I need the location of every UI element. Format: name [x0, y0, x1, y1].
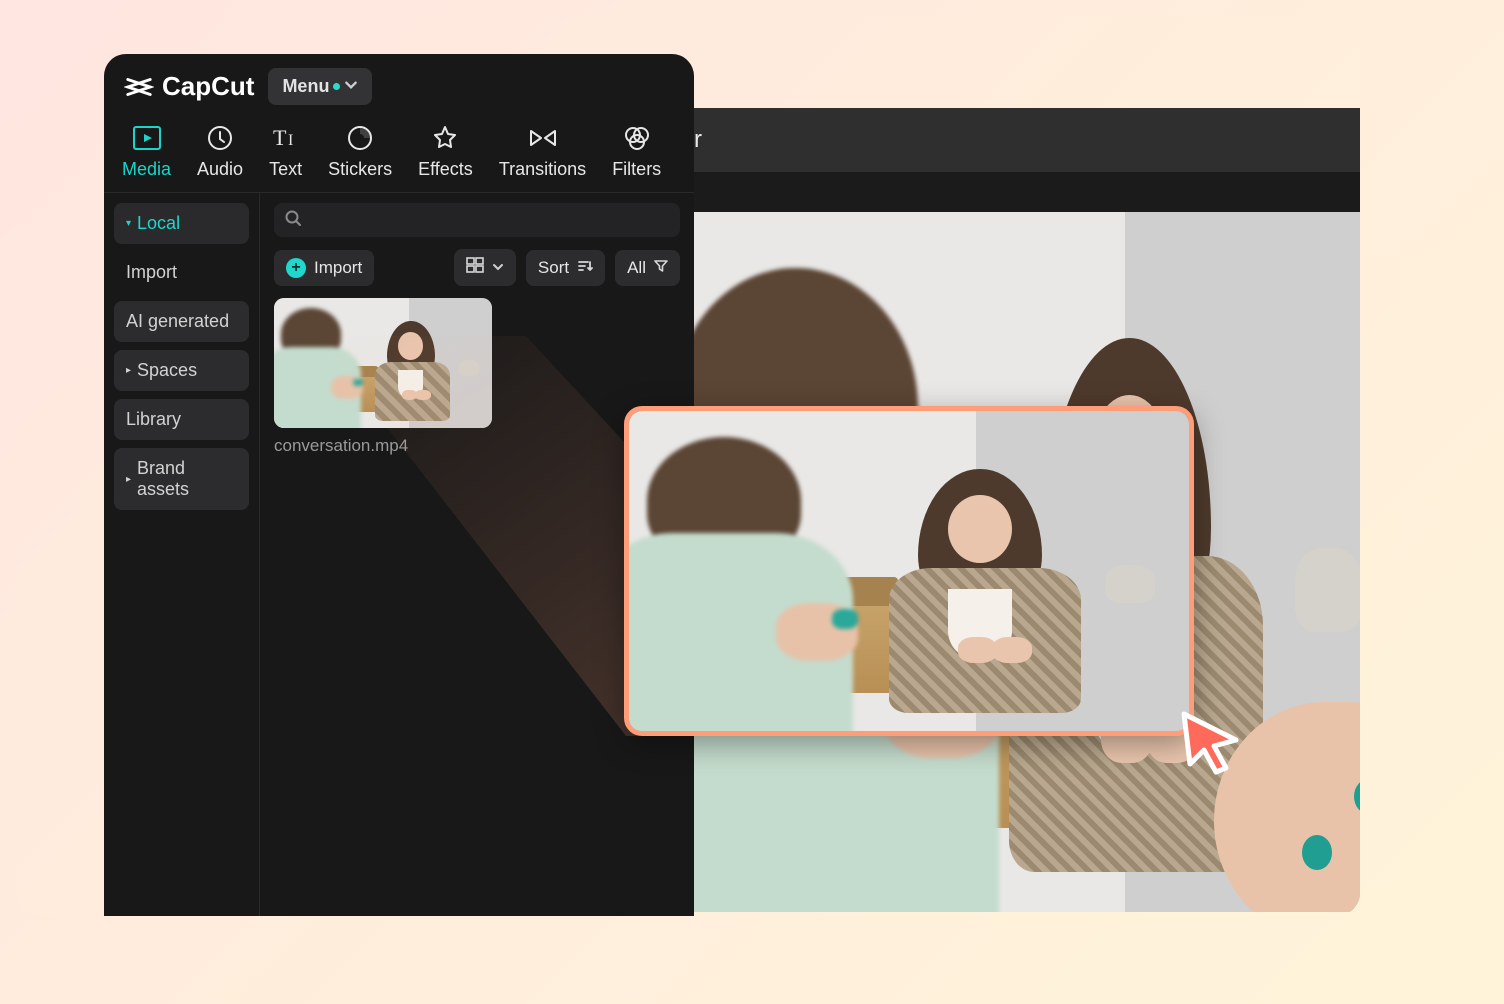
- transitions-icon: [527, 123, 559, 153]
- sidebar-item-label: Brand assets: [137, 458, 237, 500]
- menu-button[interactable]: Menu: [268, 68, 372, 105]
- tab-label: Effects: [418, 159, 473, 180]
- filter-icon: [654, 258, 668, 278]
- sort-button[interactable]: Sort: [526, 250, 605, 286]
- caret-down-icon: ▾: [126, 218, 131, 229]
- search-input[interactable]: [274, 203, 680, 237]
- sidebar-item-label: AI generated: [126, 311, 229, 332]
- app-name: CapCut: [162, 71, 254, 102]
- sort-label: Sort: [538, 258, 569, 278]
- media-clip-filename: conversation.mp4: [274, 436, 494, 456]
- sidebar-item-label: Library: [126, 409, 181, 430]
- audio-icon: [204, 123, 236, 153]
- capcut-logo-icon: [124, 72, 154, 102]
- view-mode-button[interactable]: [454, 249, 516, 286]
- category-tabs: Media Audio TI Text Stickers Effects Tra…: [104, 115, 694, 193]
- tab-label: Text: [269, 159, 302, 180]
- svg-text:T: T: [273, 125, 287, 150]
- player-title: Player: [606, 108, 1360, 172]
- media-icon: [131, 123, 163, 153]
- stickers-icon: [344, 123, 376, 153]
- tab-label: Transitions: [499, 159, 586, 180]
- tab-audio[interactable]: Audio: [197, 123, 243, 180]
- tab-transitions[interactable]: Transitions: [499, 123, 586, 180]
- effects-icon: [429, 123, 461, 153]
- filter-label: All: [627, 258, 646, 278]
- media-clip-thumbnail[interactable]: [274, 298, 492, 428]
- chevron-down-icon: [492, 258, 504, 278]
- tab-label: Media: [122, 159, 171, 180]
- sidebar-item-spaces[interactable]: ▸ Spaces: [114, 350, 249, 391]
- tab-label: Stickers: [328, 159, 392, 180]
- plus-icon: +: [286, 258, 306, 278]
- sidebar-item-label: Import: [126, 262, 177, 283]
- tab-label: Audio: [197, 159, 243, 180]
- sidebar-item-ai-generated[interactable]: AI generated: [114, 301, 249, 342]
- sidebar-item-label: Local: [137, 213, 180, 234]
- cursor-arrow-icon: [1176, 706, 1252, 782]
- sidebar-item-label: Spaces: [137, 360, 197, 381]
- editor-topbar: CapCut Menu: [104, 54, 694, 115]
- import-label: Import: [314, 258, 362, 278]
- sidebar-item-brand-assets[interactable]: ▸ Brand assets: [114, 448, 249, 510]
- drag-preview-tile[interactable]: [624, 406, 1194, 736]
- svg-text:I: I: [288, 132, 293, 149]
- app-logo: CapCut: [124, 71, 254, 102]
- tab-filters[interactable]: Filters: [612, 123, 661, 180]
- grid-view-icon: [466, 257, 484, 278]
- text-icon: TI: [270, 123, 302, 153]
- tab-stickers[interactable]: Stickers: [328, 123, 392, 180]
- search-icon: [284, 209, 302, 232]
- sidebar-item-import[interactable]: Import: [114, 252, 249, 293]
- media-toolbar: + Import Sort: [274, 249, 680, 286]
- menu-label: Menu: [282, 76, 329, 97]
- sort-icon: [577, 258, 593, 278]
- media-clip[interactable]: conversation.mp4: [274, 298, 494, 456]
- caret-right-icon: ▸: [126, 365, 131, 376]
- sidebar-item-local[interactable]: ▾ Local: [114, 203, 249, 244]
- caret-right-icon: ▸: [126, 474, 131, 485]
- promo-canvas: Player CapCut Menu: [16, 16, 1360, 916]
- filters-icon: [621, 123, 653, 153]
- tab-effects[interactable]: Effects: [418, 123, 473, 180]
- chevron-down-icon: [344, 76, 358, 97]
- tab-label: Filters: [612, 159, 661, 180]
- sidebar: ▾ Local Import AI generated ▸ Spaces Lib…: [104, 193, 259, 916]
- menu-indicator-dot-icon: [333, 83, 340, 90]
- tab-media[interactable]: Media: [122, 123, 171, 180]
- tab-text[interactable]: TI Text: [269, 123, 302, 180]
- sidebar-item-library[interactable]: Library: [114, 399, 249, 440]
- filter-button[interactable]: All: [615, 250, 680, 286]
- import-button[interactable]: + Import: [274, 250, 374, 286]
- editor-window: CapCut Menu Media Audio TI Text: [104, 54, 694, 916]
